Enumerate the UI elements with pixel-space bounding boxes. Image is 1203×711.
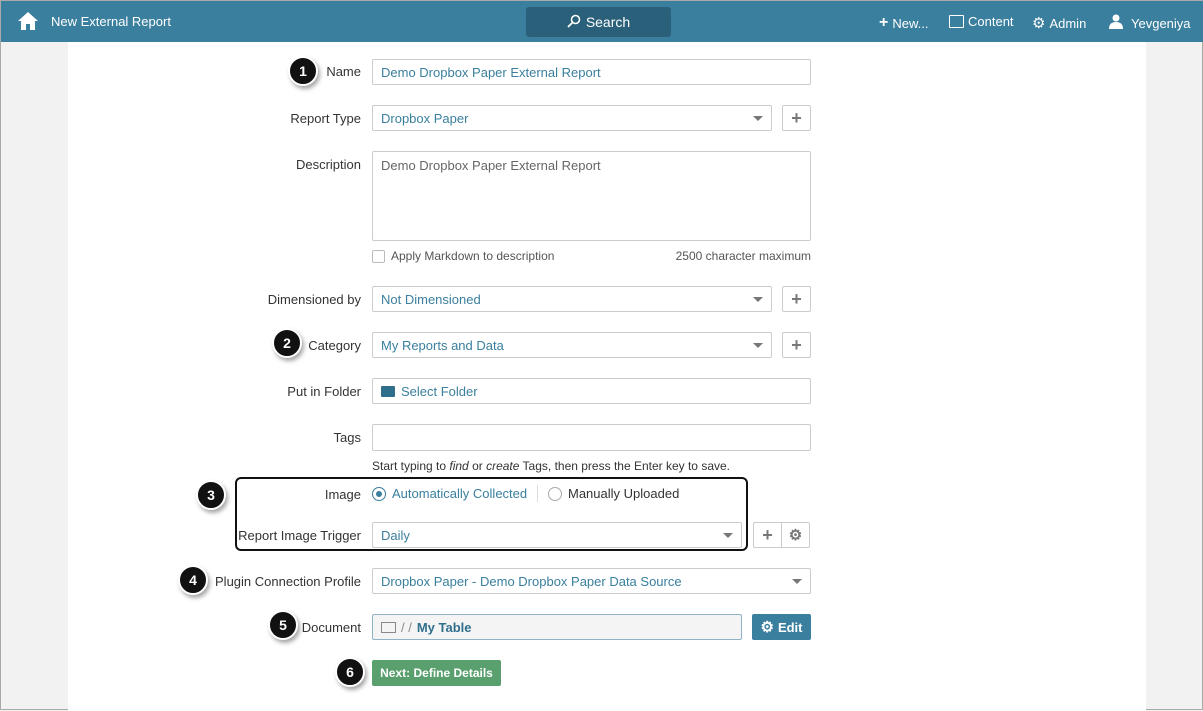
add-dimension-button[interactable]: + <box>782 286 811 312</box>
divider <box>537 485 538 502</box>
chart-icon <box>381 621 396 633</box>
name-input[interactable]: Demo Dropbox Paper External Report <box>372 59 811 85</box>
document-value: My Table <box>416 619 472 635</box>
form-panel <box>68 42 1146 711</box>
folder-value: Select Folder <box>401 383 478 399</box>
edit-label: Edit <box>777 619 803 635</box>
category-select[interactable]: My Reports and Data <box>372 332 772 358</box>
plus-icon: + <box>791 334 802 355</box>
folder-icon <box>381 385 395 397</box>
radio-checked-icon <box>372 486 386 501</box>
chevron-down-icon <box>753 116 763 121</box>
admin-label: Admin <box>1049 15 1087 31</box>
dimensioned-label: Dimensioned by <box>267 292 361 307</box>
gear-icon: ⚙ <box>760 619 774 636</box>
trigger-value: Daily <box>381 527 410 543</box>
trigger-label: Report Image Trigger <box>238 528 361 543</box>
dimensioned-select[interactable]: Not Dimensioned <box>372 286 772 312</box>
radio-auto-label: Automatically Collected <box>392 486 528 501</box>
description-textarea[interactable]: Demo Dropbox Paper External Report <box>372 151 811 241</box>
folder-icon <box>949 15 964 28</box>
description-label: Description <box>295 157 361 172</box>
trigger-select[interactable]: Daily <box>372 522 742 548</box>
plus-icon: + <box>762 524 773 545</box>
add-trigger-button[interactable]: + <box>753 522 782 548</box>
user-label: Yevgeniya <box>1131 15 1191 31</box>
folder-label: Put in Folder <box>287 384 361 399</box>
markdown-label: Apply Markdown to description <box>391 249 555 263</box>
plus-icon: + <box>879 14 889 31</box>
folder-select[interactable]: Select Folder <box>372 378 811 404</box>
add-category-button[interactable]: + <box>782 332 811 358</box>
home-icon[interactable] <box>17 11 39 34</box>
radio-auto[interactable]: Automatically Collected <box>372 486 527 501</box>
report-type-select[interactable]: Dropbox Paper <box>372 105 772 131</box>
next-button[interactable]: Next: Define Details <box>372 660 501 686</box>
step-badge-1: 1 <box>288 56 318 86</box>
plugin-label: Plugin Connection Profile <box>215 574 361 589</box>
add-report-type-button[interactable]: + <box>782 105 811 131</box>
tags-input[interactable] <box>372 424 811 451</box>
new-label: New... <box>892 15 929 31</box>
markdown-checkbox[interactable] <box>372 249 385 263</box>
new-button[interactable]: + New... <box>879 14 928 32</box>
page-title: New External Report <box>51 14 171 29</box>
document-sep: / / <box>401 619 412 635</box>
category-label: Category <box>308 338 361 353</box>
tags-label: Tags <box>333 430 361 445</box>
search-button[interactable]: Search <box>526 7 671 37</box>
chevron-down-icon <box>753 297 763 302</box>
category-value: My Reports and Data <box>381 337 504 353</box>
plugin-value: Dropbox Paper - Demo Dropbox Paper Data … <box>381 573 682 589</box>
dimensioned-value: Not Dimensioned <box>381 291 481 307</box>
step-badge-5: 5 <box>268 610 298 640</box>
tags-hint: Start typing to find or create Tags, the… <box>372 459 730 473</box>
chevron-down-icon <box>753 343 763 348</box>
step-badge-4: 4 <box>178 565 208 595</box>
search-icon <box>567 14 581 31</box>
edit-button[interactable]: ⚙ Edit <box>752 614 811 640</box>
char-max-hint: 2500 character maximum <box>675 249 811 263</box>
search-label: Search <box>585 14 631 30</box>
plus-icon: + <box>791 288 802 309</box>
document-field[interactable]: / / My Table <box>372 614 742 640</box>
chevron-down-icon <box>792 579 802 584</box>
step-badge-3: 3 <box>196 480 226 510</box>
step-badge-2: 2 <box>272 328 302 358</box>
step-badge-6: 6 <box>335 657 365 687</box>
content-button[interactable]: Content <box>949 14 1014 29</box>
plugin-select[interactable]: Dropbox Paper - Demo Dropbox Paper Data … <box>372 568 811 594</box>
radio-unchecked-icon <box>548 486 562 501</box>
chevron-down-icon <box>723 533 733 538</box>
report-type-label: Report Type <box>290 111 361 126</box>
user-icon <box>1109 14 1123 32</box>
content-label: Content <box>968 14 1014 29</box>
plus-icon: + <box>791 107 802 128</box>
report-type-value: Dropbox Paper <box>381 110 469 126</box>
top-bar: New External Report Search + New... Conte… <box>1 1 1203 42</box>
document-label: Document <box>301 620 361 635</box>
radio-manual-label: Manually Uploaded <box>568 486 680 501</box>
gear-icon: ⚙ <box>1032 15 1046 32</box>
admin-button[interactable]: ⚙ Admin <box>1032 14 1086 32</box>
radio-manual[interactable]: Manually Uploaded <box>548 486 679 501</box>
trigger-settings-button[interactable]: ⚙ <box>781 522 810 548</box>
gear-icon: ⚙ <box>788 527 803 544</box>
user-menu[interactable]: Yevgeniya <box>1109 14 1191 32</box>
